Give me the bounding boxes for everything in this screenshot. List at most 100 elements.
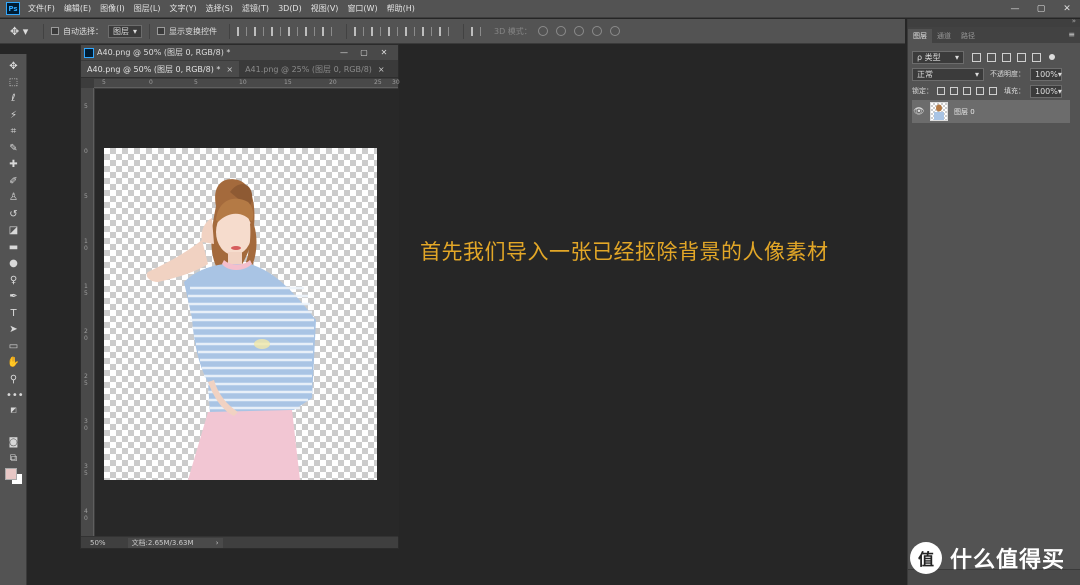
lasso-tool-icon[interactable]: ℓ: [6, 92, 21, 106]
tab-layers[interactable]: 图层: [908, 29, 932, 43]
auto-select-checkbox[interactable]: [51, 27, 59, 35]
menu-image[interactable]: 图像(I): [100, 3, 125, 14]
document-titlebar[interactable]: A40.png @ 50% (图层 0, RGB/8) * — ▢ ✕: [81, 45, 398, 60]
type-filter-icon[interactable]: [1002, 52, 1011, 62]
doc-minimize-button[interactable]: —: [334, 45, 354, 60]
canvas-area[interactable]: [95, 89, 399, 537]
eyedropper-icon[interactable]: ✎: [6, 142, 21, 156]
3d-drag-icon[interactable]: [573, 26, 584, 36]
tab-channels[interactable]: 通道: [932, 29, 956, 43]
3d-rotate-icon[interactable]: [537, 26, 548, 36]
close-icon[interactable]: ×: [378, 65, 385, 74]
adjustment-filter-icon[interactable]: [987, 52, 996, 62]
auto-select-dropdown[interactable]: 图层 ▾: [108, 24, 142, 38]
layer-item[interactable]: 👁 图层 0: [912, 100, 1070, 123]
align-vcenter-icon[interactable]: [254, 26, 264, 36]
zoom-level[interactable]: 50%: [90, 539, 106, 547]
dodge-tool-icon[interactable]: ♀: [6, 274, 21, 288]
path-selection-icon[interactable]: ➤: [6, 323, 21, 337]
eye-icon[interactable]: 👁: [912, 107, 926, 117]
hand-tool-icon[interactable]: ✋: [6, 356, 21, 370]
close-icon[interactable]: ×: [226, 65, 233, 74]
window-minimize-button[interactable]: —: [1002, 0, 1028, 18]
collapse-icon[interactable]: »: [1072, 17, 1076, 25]
doc-maximize-button[interactable]: ▢: [354, 45, 374, 60]
zoom-tool-icon[interactable]: ⚲: [6, 373, 21, 387]
distribute-left-icon[interactable]: [405, 26, 415, 36]
fill-input[interactable]: 100% ▾: [1030, 84, 1062, 98]
eraser-icon[interactable]: ◪: [6, 224, 21, 238]
menu-window[interactable]: 窗口(W): [347, 3, 377, 14]
tab-paths[interactable]: 路径: [956, 29, 980, 43]
move-icon[interactable]: ✥ ▾: [10, 25, 36, 38]
window-close-button[interactable]: ✕: [1054, 0, 1080, 18]
distribute-right-icon[interactable]: [439, 26, 449, 36]
foreground-color-swatch[interactable]: [5, 468, 17, 480]
distribute-bottom-icon[interactable]: [388, 26, 398, 36]
screen-mode-icon[interactable]: ⧉: [6, 452, 21, 466]
show-transform-checkbox[interactable]: [157, 27, 165, 35]
history-brush-icon[interactable]: ↺: [6, 208, 21, 222]
pixel-filter-icon[interactable]: [972, 52, 981, 62]
align-left-icon[interactable]: [288, 26, 298, 36]
menu-type[interactable]: 文字(Y): [169, 3, 196, 14]
tab-a40[interactable]: A40.png @ 50% (图层 0, RGB/8) * ×: [81, 61, 240, 77]
lock-artboard-icon[interactable]: [976, 87, 984, 95]
type-tool-icon[interactable]: T: [6, 307, 21, 321]
window-restore-button[interactable]: ▢: [1028, 0, 1054, 18]
default-colors-icon[interactable]: ◩: [6, 403, 21, 417]
lock-transparent-icon[interactable]: [937, 87, 945, 95]
opacity-input[interactable]: 100% ▾: [1030, 67, 1062, 81]
rectangle-tool-icon[interactable]: ▭: [6, 340, 21, 354]
menu-3d[interactable]: 3D(D): [278, 4, 302, 13]
menu-select[interactable]: 选择(S): [206, 3, 233, 14]
distribute-top-icon[interactable]: [354, 26, 364, 36]
divider: [229, 23, 230, 39]
blend-mode-dropdown[interactable]: 正常 ▾: [912, 67, 984, 81]
menu-file[interactable]: 文件(F): [28, 3, 55, 14]
document-title: A40.png @ 50% (图层 0, RGB/8) *: [97, 48, 231, 57]
quick-mask-icon[interactable]: ◙: [6, 436, 21, 450]
auto-align-icon[interactable]: [471, 26, 481, 36]
menu-help[interactable]: 帮助(H): [387, 3, 415, 14]
panel-header: »: [908, 17, 1080, 27]
transparent-image-canvas[interactable]: [104, 148, 377, 480]
document-info[interactable]: 文档:2.65M/3.63M ›: [127, 537, 223, 548]
brush-tool-icon[interactable]: ✐: [6, 175, 21, 189]
lock-all-icon[interactable]: [989, 87, 997, 95]
move-tool-icon[interactable]: ✥: [6, 60, 21, 74]
lock-position-icon[interactable]: [963, 87, 971, 95]
tab-a41[interactable]: A41.png @ 25% (图层 0, RGB/8) ×: [239, 61, 391, 77]
menu-icon[interactable]: ≡: [1068, 30, 1075, 39]
more-tools-icon[interactable]: •••: [6, 389, 24, 403]
menu-view[interactable]: 视图(V): [311, 3, 339, 14]
magic-wand-icon[interactable]: ⚡: [6, 109, 21, 123]
chevron-right-icon[interactable]: ›: [216, 538, 219, 548]
clone-stamp-icon[interactable]: ♙: [6, 191, 21, 205]
align-hcenter-icon[interactable]: [305, 26, 315, 36]
smart-object-filter-icon[interactable]: [1032, 52, 1041, 62]
filter-toggle-icon[interactable]: [1049, 54, 1055, 60]
filter-type-dropdown[interactable]: ρ 类型 ▾: [912, 50, 964, 64]
distribute-vcenter-icon[interactable]: [371, 26, 381, 36]
align-bottom-icon[interactable]: [271, 26, 281, 36]
menu-edit[interactable]: 编辑(E): [64, 3, 91, 14]
marquee-tool-icon[interactable]: ⬚: [6, 76, 21, 90]
menu-filter[interactable]: 滤镜(T): [242, 3, 269, 14]
blur-tool-icon[interactable]: ●: [6, 257, 21, 271]
healing-brush-icon[interactable]: ✚: [6, 158, 21, 172]
menu-layer[interactable]: 图层(L): [134, 3, 161, 14]
align-right-icon[interactable]: [322, 26, 332, 36]
3d-scale-icon[interactable]: [609, 26, 620, 36]
ruler-tick-label: 0: [84, 148, 88, 155]
shape-filter-icon[interactable]: [1017, 52, 1026, 62]
lock-image-icon[interactable]: [950, 87, 958, 95]
3d-roll-icon[interactable]: [555, 26, 566, 36]
3d-slide-icon[interactable]: [591, 26, 602, 36]
doc-close-button[interactable]: ✕: [374, 45, 394, 60]
pen-tool-icon[interactable]: ✒: [6, 290, 21, 304]
align-top-icon[interactable]: [237, 26, 247, 36]
distribute-hcenter-icon[interactable]: [422, 26, 432, 36]
crop-tool-icon[interactable]: ⌗: [6, 125, 21, 139]
gradient-tool-icon[interactable]: ▬: [6, 241, 21, 255]
